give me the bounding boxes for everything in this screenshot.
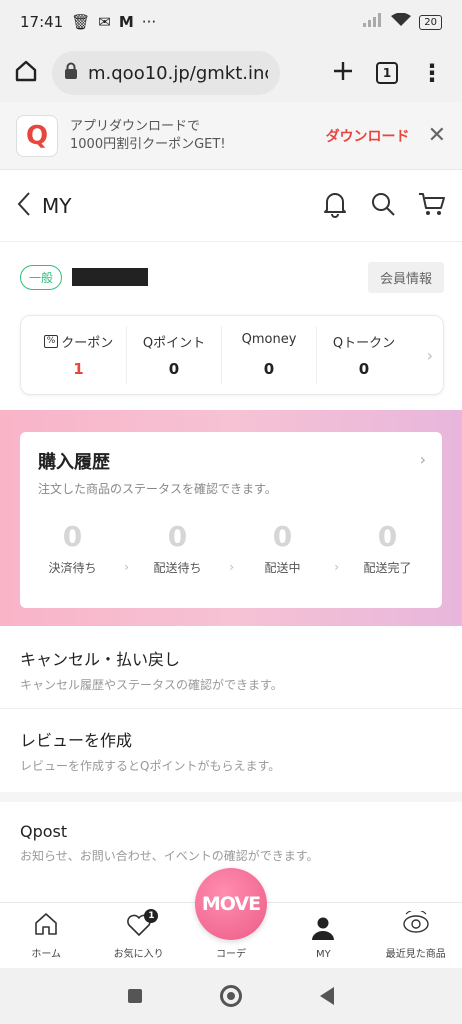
download-button[interactable]: ダウンロード <box>326 126 410 146</box>
battery-icon: 20 <box>419 14 442 30</box>
menu-item-qpost[interactable]: Qpost お知らせ、お問い合わせ、イベントの確認ができます。 <box>0 822 462 864</box>
status-bar: 17:41 🗑 ✉ M ··· 20 <box>0 0 462 44</box>
point-value: 0 <box>263 360 275 378</box>
step-label: 配送中 <box>264 561 301 575</box>
tab-switcher-button[interactable]: 1 <box>376 62 398 84</box>
tab-my[interactable]: MY <box>277 903 369 968</box>
banner-text: アプリダウンロードで 1000円割引クーポンGET! <box>70 118 226 154</box>
masked-username <box>72 268 149 286</box>
tab-label: MY <box>315 949 331 960</box>
eye-icon <box>401 909 431 941</box>
trash-icon: 🗑 <box>71 13 91 31</box>
user-icon <box>310 915 336 945</box>
member-info-button[interactable]: 会員情報 <box>367 261 444 293</box>
status-in-transit[interactable]: 0 配送中 › <box>230 520 339 576</box>
status-awaiting-shipment[interactable]: 0 配送待ち › <box>125 520 234 576</box>
qpoint-summary[interactable]: Qポイント 0 <box>126 326 221 384</box>
home-button-icon[interactable] <box>220 985 242 1007</box>
points-card: % クーポン 1 Qポイント 0 Qmoney 0 Qトークン 0 › <box>20 315 444 395</box>
point-value: 0 <box>168 360 180 378</box>
menu-subtitle: お知らせ、お問い合わせ、イベントの確認ができます。 <box>20 849 319 863</box>
status-delivered[interactable]: 0 配送完了 <box>335 520 440 576</box>
chevron-right-icon[interactable]: › <box>420 450 426 469</box>
cart-icon[interactable] <box>418 191 446 221</box>
point-label: Qトークン <box>332 336 396 351</box>
android-navigation-bar <box>0 968 462 1024</box>
lock-icon <box>64 62 78 84</box>
banner-text-line1: アプリダウンロードで <box>70 118 201 134</box>
mail-icon: ✉ <box>98 13 111 31</box>
address-bar[interactable]: m.qoo10.jp/gmkt.inc/ <box>52 51 280 95</box>
tab-label: ホーム <box>31 949 62 960</box>
banner-text-line2: 1000円割引クーポンGET! <box>70 136 226 152</box>
divider <box>0 708 462 709</box>
step-label: 配送完了 <box>363 561 412 575</box>
step-label: 配送待ち <box>153 561 202 575</box>
point-label: Qポイント <box>142 336 206 351</box>
step-count: 0 <box>272 520 293 553</box>
back-icon[interactable] <box>16 191 32 221</box>
move-button[interactable]: MOVE <box>195 868 267 940</box>
favorites-badge: 1 <box>144 909 159 923</box>
coupon-summary[interactable]: % クーポン 1 <box>31 326 126 384</box>
qtoken-summary[interactable]: Qトークン 0 <box>316 326 411 384</box>
page-header: MY <box>0 170 462 242</box>
tab-label: コーデ <box>215 949 246 960</box>
home-icon <box>33 911 59 941</box>
section-divider <box>0 792 462 802</box>
order-status-steps: 0 決済待ち › 0 配送待ち › 0 配送中 › 0 配送完了 <box>20 520 442 576</box>
menu-title: レビューを作成 <box>20 731 133 750</box>
more-notifications-icon: ··· <box>141 13 157 31</box>
page-title: MY <box>42 193 72 218</box>
menu-item-write-review[interactable]: レビューを作成 レビューを作成するとQポイントがもらえます。 <box>0 727 462 774</box>
step-count: 0 <box>377 520 398 553</box>
purchase-history-subtitle: 注文した商品のステータスを確認できます。 <box>38 482 277 496</box>
purchase-history-card[interactable]: 購入履歴 注文した商品のステータスを確認できます。 › 0 決済待ち › 0 配… <box>20 432 442 608</box>
new-tab-plus-icon[interactable] <box>332 60 354 86</box>
point-label: クーポン <box>61 336 114 351</box>
rank-badge: 一般 <box>20 264 63 290</box>
point-value: 1 <box>73 360 84 378</box>
home-icon[interactable] <box>14 59 38 87</box>
step-count: 0 <box>167 520 188 553</box>
recent-apps-icon[interactable] <box>128 989 142 1003</box>
step-count: 0 <box>62 520 83 553</box>
search-icon[interactable] <box>370 191 396 221</box>
back-triangle-icon[interactable] <box>320 987 334 1005</box>
menu-subtitle: キャンセル履歴やステータスの確認ができます。 <box>20 678 283 692</box>
url-text: m.qoo10.jp/gmkt.inc/ <box>88 62 268 84</box>
coupon-icon: % <box>43 335 59 348</box>
menu-subtitle: レビューを作成するとQポイントがもらえます。 <box>20 759 281 773</box>
menu-item-cancel-refund[interactable]: キャンセル・払い戻し キャンセル履歴やステータスの確認ができます。 <box>0 646 462 693</box>
tab-home[interactable]: ホーム <box>0 903 92 968</box>
bell-icon[interactable] <box>322 190 348 222</box>
chevron-right-icon[interactable]: › <box>427 346 433 365</box>
tab-favorites[interactable]: 1 お気に入り <box>92 903 184 968</box>
qmoney-summary[interactable]: Qmoney 0 <box>221 326 316 384</box>
close-icon[interactable]: ✕ <box>428 123 446 148</box>
qoo10-logo: Q <box>16 114 58 157</box>
step-label: 決済待ち <box>48 561 97 575</box>
menu-title: キャンセル・払い戻し <box>20 650 181 669</box>
purchase-history-title: 購入履歴 <box>38 452 110 473</box>
app-download-banner: Q アプリダウンロードで 1000円割引クーポンGET! ダウンロード ✕ <box>0 102 462 170</box>
status-awaiting-payment[interactable]: 0 決済待ち › <box>20 520 129 576</box>
point-label: Qmoney <box>241 332 297 347</box>
tab-label: 最近見た商品 <box>385 949 446 960</box>
menu-title: Qpost <box>20 822 68 841</box>
wifi-icon <box>391 12 412 31</box>
tab-recently-viewed[interactable]: 最近見た商品 <box>370 903 462 968</box>
browser-toolbar: m.qoo10.jp/gmkt.inc/ 1 ⋮ <box>0 44 462 102</box>
status-time: 17:41 <box>20 13 64 31</box>
profile-row: 一般 会員情報 <box>20 260 444 294</box>
signal-icon <box>363 13 383 31</box>
tab-label: お気に入り <box>113 949 164 960</box>
browser-menu-icon[interactable]: ⋮ <box>420 61 444 85</box>
mcdonalds-icon: M <box>118 13 134 31</box>
point-value: 0 <box>358 360 370 378</box>
